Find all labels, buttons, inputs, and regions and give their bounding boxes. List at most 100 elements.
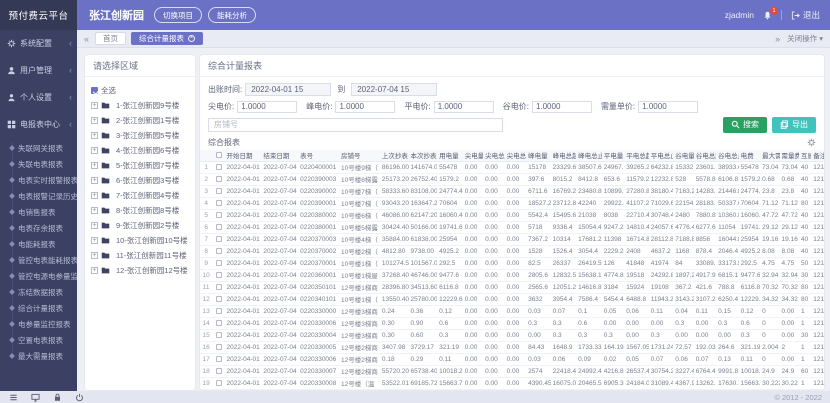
date-from-picker[interactable]: 2022-04-01 15 [245, 83, 331, 96]
tree-item[interactable]: +8-张江创新园8号楼 [91, 203, 189, 218]
checkbox[interactable] [216, 152, 222, 158]
table-row[interactable]: 22022-04-012022-07-04022039000310号楼8梯露25… [200, 173, 824, 185]
row-checkbox-cell[interactable] [212, 293, 224, 305]
tree-item[interactable]: +5-张江创新园7号楼 [91, 158, 189, 173]
checkbox[interactable] [216, 380, 222, 386]
tree-item[interactable]: +4-张江创新园6号楼 [91, 143, 189, 158]
checkbox[interactable] [216, 164, 222, 170]
table-row[interactable]: 12022-04-012022-07-04022040000110号楼9梯（86… [200, 161, 824, 173]
table-row[interactable]: 82022-04-012022-07-04022037000210号楼2梯（48… [200, 245, 824, 257]
row-checkbox-cell[interactable] [212, 365, 224, 377]
sidebar-subitem-失联电表报表[interactable]: 失联电表报表 [0, 156, 77, 172]
checkbox-checked[interactable] [91, 87, 98, 94]
table-settings-gear-icon[interactable] [807, 138, 816, 147]
checkbox[interactable] [216, 176, 222, 182]
expand-plus-icon[interactable]: + [91, 207, 98, 214]
sidebar-subitem-管控电表能耗报表[interactable]: 管控电表能耗报表 [0, 252, 77, 268]
menu-icon[interactable] [9, 393, 18, 402]
checkbox[interactable] [216, 296, 222, 302]
table-row[interactable]: 32022-04-012022-07-04022039000210号楼7梯（58… [200, 185, 824, 197]
lock-icon[interactable] [53, 393, 62, 402]
switch-project-button[interactable]: 切换项目 [154, 7, 202, 23]
checkbox[interactable] [216, 368, 222, 374]
logout-button[interactable]: 退出 [791, 9, 820, 21]
row-checkbox-cell[interactable] [212, 209, 224, 221]
price-input-4[interactable] [638, 101, 698, 113]
sidebar-subitem-电销售报表[interactable]: 电销售报表 [0, 204, 77, 220]
sidebar-subitem-最大需量报表[interactable]: 最大需量报表 [0, 348, 77, 364]
row-checkbox-cell[interactable] [212, 173, 224, 185]
price-input-3[interactable] [532, 101, 592, 113]
export-button[interactable]: 导出 [772, 117, 816, 133]
row-checkbox-cell[interactable] [212, 185, 224, 197]
tree-item[interactable]: +12-张江创新园12号楼 [91, 263, 189, 278]
table-row[interactable]: 122022-04-012022-07-04022034010110号楼1梯（1… [200, 293, 824, 305]
expand-plus-icon[interactable]: + [91, 132, 98, 139]
sidebar-subitem-空置电表报表[interactable]: 空置电表报表 [0, 332, 77, 348]
row-checkbox-cell[interactable] [212, 257, 224, 269]
tree-select-all[interactable]: 全选 [91, 83, 189, 98]
row-checkbox-cell[interactable] [212, 245, 224, 257]
table-row[interactable]: 192022-04-012022-07-04022033000812号楼（温53… [200, 377, 824, 389]
sidebar-subitem-综合计量报表[interactable]: 综合计量报表 [0, 300, 77, 316]
table-row[interactable]: 92022-04-012022-07-04022037000110号楼1梯（10… [200, 257, 824, 269]
table-row[interactable]: 72022-04-012022-07-04022037000310号楼4梯（35… [200, 233, 824, 245]
row-checkbox-cell[interactable] [212, 269, 224, 281]
room-number-input[interactable] [208, 118, 503, 132]
sidebar-subitem-电表实时报警报表[interactable]: 电表实时报警报表 [0, 172, 77, 188]
sidebar-subitem-电参量监控报表[interactable]: 电参量监控报表 [0, 316, 77, 332]
checkbox[interactable] [216, 272, 222, 278]
table-row[interactable]: 102022-04-012022-07-04022036000110号楼1梯屋3… [200, 269, 824, 281]
checkbox[interactable] [216, 356, 222, 362]
row-checkbox-cell[interactable] [212, 389, 224, 390]
tab-首页[interactable]: 首页 [95, 32, 126, 45]
checkbox[interactable] [216, 332, 222, 338]
sidebar-subitem-电能耗报表[interactable]: 电能耗报表 [0, 236, 77, 252]
table-row[interactable]: 132022-04-012022-07-04022033000012号楼3梯商0… [200, 305, 824, 317]
sidebar-subitem-管控电源电参量监控[interactable]: 管控电源电参量监控 [0, 268, 77, 284]
expand-plus-icon[interactable]: + [91, 177, 98, 184]
checkbox[interactable] [216, 320, 222, 326]
table-row[interactable]: 172022-04-012022-07-04022033000612号楼2梯商0… [200, 353, 824, 365]
row-checkbox-cell[interactable] [212, 341, 224, 353]
tree-item[interactable]: +6-张江创新园3号楼 [91, 173, 189, 188]
checkbox[interactable] [216, 308, 222, 314]
checkbox[interactable] [216, 248, 222, 254]
expand-plus-icon[interactable]: + [91, 147, 98, 154]
select-all-rows-checkbox[interactable] [212, 150, 224, 161]
row-checkbox-cell[interactable] [212, 197, 224, 209]
table-row[interactable]: 162022-04-012022-07-04022033000512号楼2梯商3… [200, 341, 824, 353]
price-input-1[interactable] [335, 101, 395, 113]
bell-icon[interactable]: 1 [763, 11, 772, 20]
tab-综合计量报表[interactable]: 综合计量报表× [131, 32, 203, 45]
checkbox[interactable] [216, 260, 222, 266]
sidebar-item-个人设置[interactable]: 个人设置‹ [0, 84, 77, 111]
collapse-tabs-icon[interactable]: « [84, 34, 89, 44]
expand-plus-icon[interactable]: + [91, 267, 98, 274]
row-checkbox-cell[interactable] [212, 233, 224, 245]
checkbox[interactable] [216, 200, 222, 206]
row-checkbox-cell[interactable] [212, 281, 224, 293]
row-checkbox-cell[interactable] [212, 329, 224, 341]
table-row[interactable]: 52022-04-012022-07-04022038000210号楼6梯（46… [200, 209, 824, 221]
sidebar-item-用户管理[interactable]: 用户管理‹ [0, 57, 77, 84]
price-input-0[interactable] [237, 101, 297, 113]
table-row[interactable]: 142022-04-012022-07-04022033000612号楼3梯商0… [200, 317, 824, 329]
tree-item[interactable]: +3-张江创新园5号楼 [91, 128, 189, 143]
table-row[interactable]: 112022-04-012022-07-04022035010112号楼1梯商2… [200, 281, 824, 293]
row-checkbox-cell[interactable] [212, 221, 224, 233]
price-input-2[interactable] [434, 101, 494, 113]
tree-item[interactable]: +10-张江创新园10号楼 [91, 233, 189, 248]
tree-item[interactable]: +9-张江创新园2号楼 [91, 218, 189, 233]
energy-analysis-button[interactable]: 能耗分析 [208, 7, 256, 23]
monitor-icon[interactable] [31, 393, 40, 402]
expand-plus-icon[interactable]: + [91, 102, 98, 109]
expand-plus-icon[interactable]: + [91, 252, 98, 259]
row-checkbox-cell[interactable] [212, 317, 224, 329]
checkbox[interactable] [216, 212, 222, 218]
row-checkbox-cell[interactable] [212, 161, 224, 173]
tree-item[interactable]: +2-张江创新园1号楼 [91, 113, 189, 128]
table-row[interactable]: 42022-04-012022-07-04022039000110号楼7梯（93… [200, 197, 824, 209]
date-to-picker[interactable]: 2022-07-04 15 [351, 83, 437, 96]
tree-item[interactable]: +1-张江创新园9号楼 [91, 98, 189, 113]
